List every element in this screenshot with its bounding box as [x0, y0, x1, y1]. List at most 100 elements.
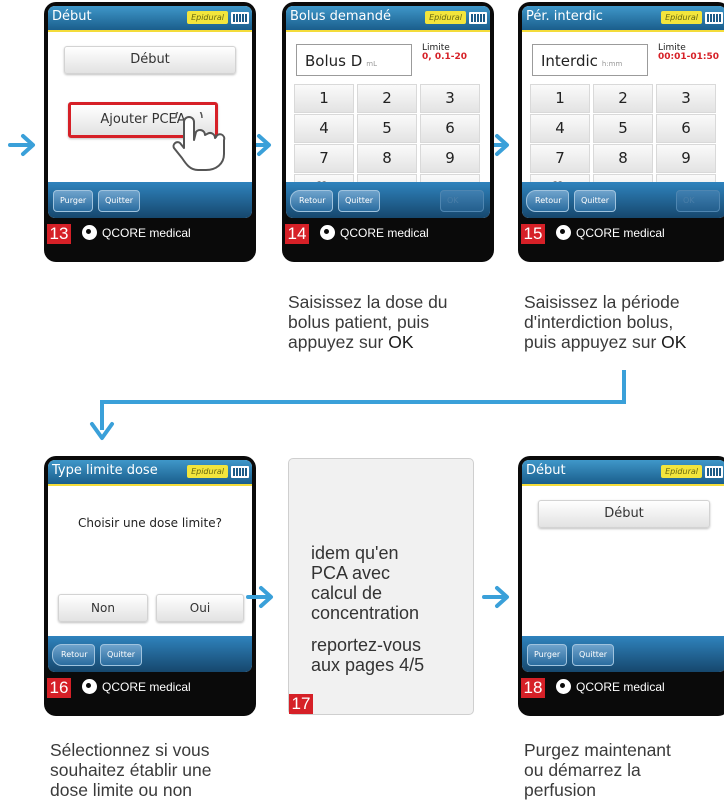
caption-line: puis appuyez sur OK — [524, 332, 686, 352]
arrow-right-icon — [482, 586, 509, 608]
screen-content: Début Ajouter PCEA — [48, 32, 252, 182]
flow-connector-icon — [90, 370, 626, 440]
screen-title: Bolus demandé — [290, 9, 391, 24]
device-screen-18: Début Epidural Début Purger Quitter 18 Q… — [518, 456, 724, 716]
caption-line: Saisissez la période — [524, 292, 680, 312]
title-bar: Début Epidural — [522, 460, 724, 486]
screen-content: Choisir une dose limite? Non Oui — [48, 486, 252, 636]
hand-pointer-icon — [172, 112, 226, 171]
brand-name: QCORE medical — [102, 680, 191, 694]
caption-line: Sélectionnez si vous — [50, 740, 210, 760]
caption-step-16: Sélectionnez si vous souhaitez établir u… — [50, 740, 212, 800]
step-number: 15 — [521, 224, 545, 244]
no-button[interactable]: Non — [58, 594, 148, 622]
back-button[interactable]: Retour — [526, 190, 569, 212]
battery-icon — [231, 466, 249, 478]
caption-line: Purgez maintenant — [524, 740, 671, 760]
brand-name: QCORE medical — [576, 226, 665, 240]
caption-line: perfusion — [524, 780, 596, 800]
caption-line: d'interdiction bolus, — [524, 312, 674, 332]
keypad-key[interactable]: 9 — [656, 144, 716, 173]
screen-title: Type limite dose — [52, 463, 158, 478]
device-screen-13: Début Epidural Début Ajouter PCEA Purger… — [44, 2, 256, 262]
limit-info: Limite 00:01-01:50 — [658, 44, 719, 62]
back-button[interactable]: Retour — [52, 644, 95, 666]
brand-name: QCORE medical — [102, 226, 191, 240]
battery-icon — [705, 12, 723, 24]
device-display: Pér. interdic Epidural Interdic h:mm Limi… — [522, 6, 724, 218]
caption-step-14: Saisissez la dose du bolus patient, puis… — [288, 292, 448, 352]
info-line: idem qu'en — [311, 543, 399, 563]
step-number: 18 — [521, 678, 545, 698]
caption-line: bolus patient, puis — [288, 312, 430, 332]
device-screen-16: Type limite dose Epidural Choisir une do… — [44, 456, 256, 716]
info-line: aux pages 4/5 — [311, 655, 425, 675]
brand-name: QCORE medical — [576, 680, 665, 694]
lockout-period-input[interactable]: Interdic h:mm — [532, 44, 648, 76]
quit-button[interactable]: Quitter — [98, 190, 141, 212]
screen-footer: Purger Quitter — [48, 182, 252, 218]
caption-text: puis appuyez sur — [524, 332, 662, 352]
quit-button[interactable]: Quitter — [338, 190, 381, 212]
info-line: concentration — [311, 603, 420, 623]
qcore-logo-icon — [556, 225, 571, 240]
ok-button[interactable]: OK — [440, 190, 484, 212]
screen-content: Début — [522, 486, 724, 636]
screen-title: Début — [52, 9, 92, 24]
keypad-key[interactable]: 7 — [530, 144, 590, 173]
purge-button[interactable]: Purger — [53, 190, 94, 212]
mode-badge: Epidural — [425, 11, 466, 24]
caption-step-15: Saisissez la période d'interdiction bolu… — [524, 292, 686, 352]
start-button[interactable]: Début — [538, 500, 710, 528]
caption-step-18: Purgez maintenant ou démarrez la perfusi… — [524, 740, 671, 800]
keypad-key[interactable]: 4 — [530, 114, 590, 143]
ok-button[interactable]: OK — [676, 190, 720, 212]
quit-button[interactable]: Quitter — [100, 644, 143, 666]
mode-badge: Epidural — [661, 465, 702, 478]
keypad-key[interactable]: 6 — [420, 114, 480, 143]
step-number: 13 — [47, 224, 71, 244]
ok-keyword: OK — [388, 332, 414, 352]
screen-footer: Retour Quitter OK — [286, 182, 490, 218]
keypad-key[interactable]: 5 — [593, 114, 653, 143]
battery-icon — [469, 12, 487, 24]
yes-button[interactable]: Oui — [156, 594, 244, 622]
screen-content: Interdic h:mm Limite 00:01-01:50 123 456 78… — [522, 32, 724, 203]
purge-button[interactable]: Purger — [527, 644, 568, 666]
mode-badge: Epidural — [187, 11, 228, 24]
keypad-key[interactable]: 8 — [357, 144, 417, 173]
limit-value: 00:01-01:50 — [658, 52, 720, 62]
keypad-key[interactable]: 1 — [294, 84, 354, 113]
start-button[interactable]: Début — [64, 46, 236, 74]
caption-line: dose limite ou non — [50, 780, 193, 800]
device-display: Début Epidural Début Ajouter PCEA Purger… — [48, 6, 252, 218]
info-text-pca: idem qu'en PCA avec calcul de concentrat… — [311, 543, 419, 623]
limit-value: 0, 0.1-20 — [422, 52, 468, 62]
keypad-key[interactable]: 2 — [357, 84, 417, 113]
keypad-key[interactable]: 7 — [294, 144, 354, 173]
entry-label: Bolus D — [305, 52, 363, 70]
keypad-key[interactable]: 2 — [593, 84, 653, 113]
device-brand-bar: 13 QCORE medical — [44, 218, 256, 262]
quit-button[interactable]: Quitter — [572, 644, 615, 666]
keypad-key[interactable]: 9 — [420, 144, 480, 173]
device-brand-bar: 16 QCORE medical — [44, 672, 256, 716]
arrow-right-icon — [8, 134, 35, 156]
keypad-key[interactable]: 4 — [294, 114, 354, 143]
device-display: Bolus demandé Epidural Bolus DmL Limite … — [286, 6, 490, 218]
device-brand-bar: 18 QCORE medical — [518, 672, 724, 716]
quit-button[interactable]: Quitter — [574, 190, 617, 212]
entry-unit: h:mm — [601, 60, 623, 68]
keypad-key[interactable]: 5 — [357, 114, 417, 143]
keypad-key[interactable]: 8 — [593, 144, 653, 173]
keypad-key[interactable]: 1 — [530, 84, 590, 113]
keypad-key[interactable]: 3 — [420, 84, 480, 113]
bolus-dose-input[interactable]: Bolus DmL — [296, 44, 412, 76]
caption-line: souhaitez établir une — [50, 760, 212, 780]
limit-info: Limite 0, 0.1-20 — [422, 44, 467, 62]
back-button[interactable]: Retour — [290, 190, 333, 212]
keypad-key[interactable]: 6 — [656, 114, 716, 143]
step-number: 14 — [285, 224, 309, 244]
title-bar: Type limite dose Epidural — [48, 460, 252, 486]
keypad-key[interactable]: 3 — [656, 84, 716, 113]
